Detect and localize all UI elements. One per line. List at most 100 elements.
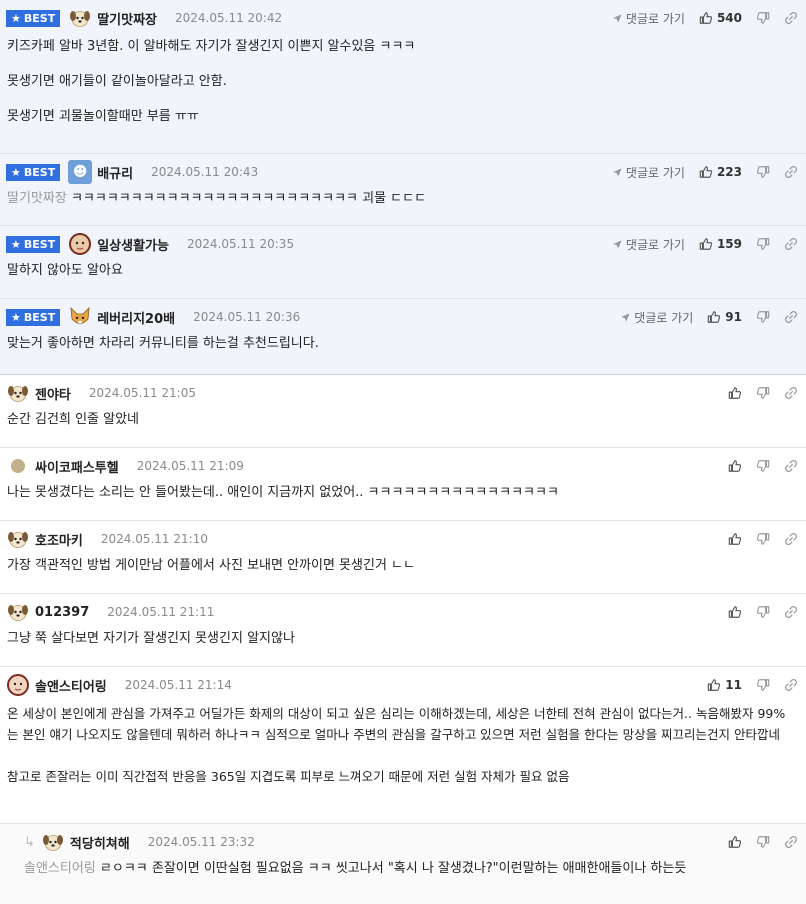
like-count: 540 (716, 11, 742, 25)
dislike-button[interactable] (756, 165, 770, 179)
link-icon (784, 532, 798, 546)
comment-date: 2024.05.11 20:36 (193, 310, 301, 324)
comment-item: ★ BEST 일상생활가능 2024.05.11 20:35 댓글로 가기 159… (0, 226, 806, 299)
comment-header: ★ BEST 딸기맛짜장 2024.05.11 20:42 (6, 0, 282, 36)
dislike-button[interactable] (756, 386, 770, 400)
avatar[interactable] (68, 232, 92, 256)
nickname[interactable]: 012397 (35, 605, 89, 620)
avatar[interactable] (6, 673, 30, 697)
dislike-button[interactable] (756, 11, 770, 25)
link-icon (784, 11, 798, 25)
thumbs-down-icon (756, 11, 770, 25)
comment-header: 싸이코패스투헬 2024.05.11 21:09 (6, 448, 244, 484)
thumbs-down-icon (756, 835, 770, 849)
thumbs-down-icon (756, 310, 770, 324)
avatar[interactable] (68, 305, 92, 329)
dislike-button[interactable] (756, 605, 770, 619)
thumbs-down-icon (756, 386, 770, 400)
link-button[interactable] (784, 165, 798, 179)
comment-text: 그냥 쭉 살다보면 자기가 잘생긴지 못생긴지 알지않나 (7, 631, 295, 646)
like-button[interactable] (728, 835, 742, 849)
avatar[interactable]: ☻ (68, 160, 93, 184)
thumbs-up-icon (699, 237, 713, 251)
goto-reply-link[interactable]: 댓글로 가기 (612, 10, 685, 27)
nickname[interactable]: 일상생활가능 (97, 235, 169, 254)
thumbs-up-icon (707, 678, 721, 692)
like-button[interactable] (728, 386, 742, 400)
thumbs-up-icon (728, 459, 742, 473)
like-count: 159 (716, 237, 742, 251)
arrow-icon (620, 312, 631, 323)
comment-text: 가장 객관적인 방법 게이만남 어플에서 사진 보내면 안까이면 못생긴거 ㄴㄴ (7, 558, 415, 573)
comment-date: 2024.05.11 20:43 (151, 165, 259, 179)
link-button[interactable] (784, 678, 798, 692)
thumbs-down-icon (756, 165, 770, 179)
comment-item: 싸이코패스투헬 2024.05.11 21:09 나는 못생겼다는 소리는 안 … (0, 448, 806, 521)
goto-reply-link[interactable]: 댓글로 가기 (612, 164, 685, 181)
comment-date: 2024.05.11 21:14 (124, 678, 232, 692)
dislike-button[interactable] (756, 310, 770, 324)
reply-mention[interactable]: 솔앤스티어링 (24, 861, 96, 876)
link-button[interactable] (784, 459, 798, 473)
goto-reply-link[interactable]: 댓글로 가기 (620, 309, 693, 326)
like-button[interactable]: 11 (707, 678, 742, 692)
best-badge: ★ BEST (6, 163, 61, 181)
thumbs-up-icon (728, 532, 742, 546)
like-button[interactable]: 91 (707, 310, 742, 324)
link-button[interactable] (784, 310, 798, 324)
nickname[interactable]: 젠야타 (35, 384, 71, 403)
nickname[interactable]: 호조마키 (35, 530, 83, 549)
comment-text: 나는 못생겼다는 소리는 안 들어봤는데.. 애인이 지금까지 없었어.. ㅋㅋ… (7, 485, 559, 500)
nickname[interactable]: 솔앤스티어링 (35, 676, 107, 695)
reply-mention[interactable]: 딸기맛짜장 (7, 191, 67, 206)
nickname[interactable]: 싸이코패스투헬 (35, 457, 119, 476)
like-button[interactable] (728, 459, 742, 473)
link-button[interactable] (784, 605, 798, 619)
like-count: 91 (725, 310, 742, 324)
link-button[interactable] (784, 11, 798, 25)
comment-header: ★ BEST 일상생활가능 2024.05.11 20:35 (6, 226, 294, 262)
thumbs-up-icon (728, 835, 742, 849)
comment-text: 말하지 않아도 알아요 (7, 263, 123, 278)
avatar[interactable] (6, 600, 30, 624)
comment-actions: 댓글로 가기 540 (612, 0, 798, 36)
like-button[interactable]: 223 (699, 165, 742, 179)
like-count: 11 (725, 678, 742, 692)
nickname[interactable]: 배규리 (97, 163, 133, 182)
nickname[interactable]: 레버리지20배 (97, 308, 175, 327)
comment-text: 솔앤스티어링 ㄹㅇㅋㅋ 존잘이면 이딴실험 필요없음 ㅋㅋ 씻고나서 "혹시 나… (24, 861, 687, 876)
comment-date: 2024.05.11 21:05 (88, 386, 196, 400)
avatar[interactable] (68, 6, 92, 30)
avatar[interactable] (6, 527, 30, 551)
link-button[interactable] (784, 532, 798, 546)
dislike-button[interactable] (756, 237, 770, 251)
like-button[interactable]: 540 (699, 11, 742, 25)
dislike-button[interactable] (756, 459, 770, 473)
reply-arrow-icon: ↳ (24, 834, 35, 850)
like-button[interactable] (728, 532, 742, 546)
link-button[interactable] (784, 386, 798, 400)
like-button[interactable] (728, 605, 742, 619)
comment-actions: 댓글로 가기 91 (620, 299, 798, 335)
nickname[interactable]: 딸기맛짜장 (97, 9, 157, 28)
nickname[interactable]: 적당히쳐해 (70, 833, 130, 852)
avatar[interactable] (41, 830, 65, 854)
comment-header: 호조마키 2024.05.11 21:10 (6, 521, 208, 557)
like-button[interactable]: 159 (699, 237, 742, 251)
dislike-button[interactable] (756, 678, 770, 692)
dislike-button[interactable] (756, 532, 770, 546)
dislike-button[interactable] (756, 835, 770, 849)
comment-header: ↳ 적당히쳐해 2024.05.11 23:32 (24, 824, 255, 860)
link-button[interactable] (784, 835, 798, 849)
avatar[interactable] (6, 454, 30, 478)
thumbs-up-icon (699, 165, 713, 179)
link-button[interactable] (784, 237, 798, 251)
comment-text: 순간 김건희 인줄 알았네 (7, 412, 139, 427)
thumbs-up-icon (728, 605, 742, 619)
best-badge: ★ BEST (6, 308, 61, 326)
comment-item: ★ BEST 딸기맛짜장 2024.05.11 20:42 댓글로 가기 540 … (0, 0, 806, 154)
comment-item: 호조마키 2024.05.11 21:10 가장 객관적인 방법 게이만남 어플… (0, 521, 806, 594)
thumbs-down-icon (756, 532, 770, 546)
goto-reply-link[interactable]: 댓글로 가기 (612, 236, 685, 253)
avatar[interactable] (6, 381, 30, 405)
